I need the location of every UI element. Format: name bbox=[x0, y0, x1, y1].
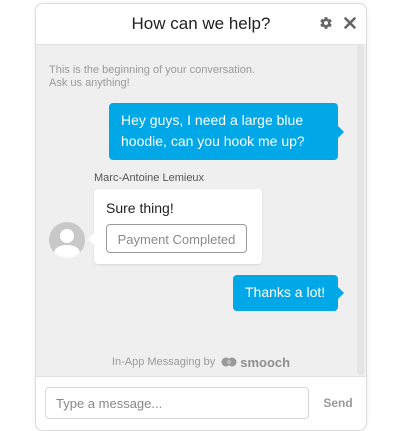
chat-widget: How can we help? This is the beginning o… bbox=[35, 3, 367, 431]
powered-by-text: In-App Messaging by bbox=[111, 356, 216, 368]
avatar bbox=[49, 222, 85, 258]
brand-name[interactable]: smooch bbox=[240, 355, 290, 370]
gear-icon[interactable] bbox=[318, 15, 334, 31]
powered-by: In-App Messaging by smooch bbox=[36, 353, 366, 371]
conversation-intro: This is the beginning of your conversati… bbox=[49, 64, 329, 90]
message-composer: Send bbox=[36, 376, 366, 430]
message-text: Sure thing! bbox=[106, 200, 174, 216]
send-button[interactable]: Send bbox=[318, 391, 358, 415]
message-input[interactable] bbox=[45, 387, 309, 419]
intro-line: This is the beginning of your conversati… bbox=[49, 64, 256, 76]
user-message-bubble: Hey guys, I need a large blue hoodie, ca… bbox=[109, 103, 344, 160]
intro-line: Ask us anything! bbox=[49, 77, 130, 89]
smooch-logo-icon bbox=[221, 355, 237, 369]
user-silhouette-icon bbox=[53, 229, 81, 258]
payment-completed-button[interactable]: Payment Completed bbox=[106, 224, 247, 253]
chat-header: How can we help? bbox=[36, 4, 366, 45]
message-text: Hey guys, I need a large blue hoodie, ca… bbox=[121, 112, 305, 149]
user-message-bubble: Thanks a lot! bbox=[233, 275, 344, 311]
header-title: How can we help? bbox=[131, 14, 271, 33]
message-text: Thanks a lot! bbox=[245, 284, 326, 300]
agent-message-bubble: Sure thing! Payment Completed bbox=[88, 189, 262, 264]
agent-name: Marc-Antoine Lemieux bbox=[94, 172, 205, 184]
close-icon[interactable] bbox=[342, 15, 358, 31]
scrollbar[interactable] bbox=[357, 45, 364, 375]
